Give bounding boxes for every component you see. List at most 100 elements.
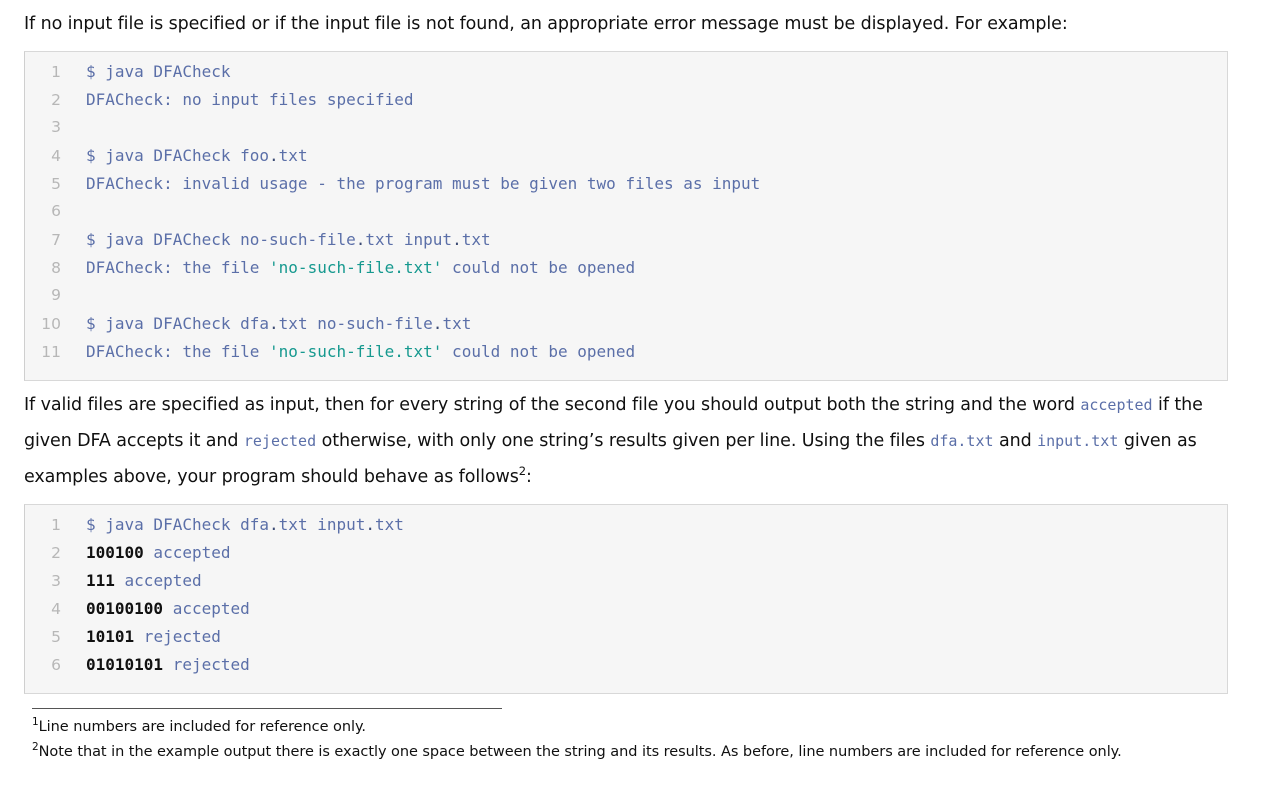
inline-code-accepted: accepted xyxy=(1080,396,1153,414)
code-line-text: $ java DFACheck foo.txt xyxy=(61,146,308,165)
code-line-text: $ java DFACheck xyxy=(61,62,231,81)
code-line-number: 5 xyxy=(51,175,61,193)
code-line-number: 1 xyxy=(51,516,61,534)
code-token-plain: DFACheck: the file xyxy=(86,258,270,277)
code-token-string: 'no-such-file.txt' xyxy=(269,258,443,277)
code-token-plain: $ java DFACheck dfa xyxy=(86,314,270,333)
code-line: 4 $ java DFACheck foo.txt xyxy=(25,146,1227,174)
code-line-number: 4 xyxy=(51,147,61,165)
code-token-plain: DFACheck: the file xyxy=(86,342,270,361)
code-token-plain: accepted xyxy=(114,571,202,590)
code-line-number: 5 xyxy=(51,628,61,646)
footnote-item: 1Line numbers are included for reference… xyxy=(32,715,1232,740)
code-line-number: 6 xyxy=(51,202,61,220)
footnotes-section: 1Line numbers are included for reference… xyxy=(32,708,1232,765)
code-line-text: 00100100 accepted xyxy=(61,599,250,618)
code-line-number: 8 xyxy=(51,259,61,277)
paragraph-body-part6: : xyxy=(525,467,532,487)
paragraph-body: If valid files are specified as input, t… xyxy=(24,381,1240,495)
code-token-plain: $ java DFACheck no-such-file xyxy=(86,230,356,249)
code-token-plain: DFACheck: invalid usage - the program mu… xyxy=(86,174,761,193)
paragraph-body-part3: otherwise, with only one string’s result… xyxy=(316,431,931,451)
code-line-text: 111 accepted xyxy=(61,571,202,590)
code-line-text: $ java DFACheck dfa.txt no-such-file.txt xyxy=(61,314,471,333)
code-lines-container-1: 1 $ java DFACheck 2 DFACheck: no input file… xyxy=(25,62,1227,370)
code-line: 10 $ java DFACheck dfa.txt no-such-file.t… xyxy=(25,314,1227,342)
paragraph-body-part1: If valid files are specified as input, t… xyxy=(24,395,1081,415)
code-line: 2 100100 accepted xyxy=(25,543,1227,571)
footnote-text: Note that in the example output there is… xyxy=(38,744,1122,760)
footnote-separator-rule xyxy=(32,708,502,709)
code-token-number: 00100100 xyxy=(86,599,164,618)
footnote-marker: 2 xyxy=(32,741,39,754)
code-line: 2 DFACheck: no input files specified xyxy=(25,90,1227,118)
code-line-number: 3 xyxy=(51,572,61,590)
code-token-plain: txt xyxy=(278,146,308,165)
code-line-number: 2 xyxy=(51,91,61,109)
code-line: 5 10101 rejected xyxy=(25,627,1227,655)
code-line-number: 4 xyxy=(51,600,61,618)
footnote-marker: 1 xyxy=(32,716,39,729)
code-token-plain: txt xyxy=(442,314,472,333)
code-line: 3 xyxy=(25,118,1227,146)
code-line: 4 00100100 accepted xyxy=(25,599,1227,627)
footnote-text: Line numbers are included for reference … xyxy=(38,719,366,735)
code-token-punct: . xyxy=(269,146,279,165)
code-token-punct: . xyxy=(269,515,279,534)
code-token-plain: txt xyxy=(375,515,404,534)
code-line-number: 3 xyxy=(51,118,61,136)
code-block-expected-output: 1 $ java DFACheck dfa.txt input.txt 2 10010… xyxy=(24,504,1228,694)
code-token-plain: $ java DFACheck dfa xyxy=(86,515,270,534)
code-line: 1 $ java DFACheck xyxy=(25,62,1227,90)
code-token-punct: . xyxy=(365,515,376,534)
code-line: 1 $ java DFACheck dfa.txt input.txt xyxy=(25,515,1227,543)
code-line-text: 01010101 rejected xyxy=(61,655,250,674)
code-line: 6 01010101 rejected xyxy=(25,655,1227,683)
code-token-punct: . xyxy=(432,314,443,333)
code-line: 6 xyxy=(25,202,1227,230)
code-token-plain: accepted xyxy=(163,599,250,618)
code-token-plain: txt input xyxy=(365,230,453,249)
code-token-plain: DFACheck: no input files specified xyxy=(86,90,414,109)
code-token-number: 111 xyxy=(86,571,115,590)
code-line-text: 10101 rejected xyxy=(61,627,221,646)
inline-code-dfa-txt: dfa.txt xyxy=(930,432,994,450)
code-line: 9 xyxy=(25,286,1227,314)
code-line: 7 $ java DFACheck no-such-file.txt input.… xyxy=(25,230,1227,258)
code-line-number: 7 xyxy=(51,231,61,249)
paragraph-body-part4: and xyxy=(993,431,1038,451)
paragraph-intro: If no input file is specified or if the … xyxy=(24,14,1068,34)
code-token-plain: txt no-such-file xyxy=(278,314,433,333)
document-page: If no input file is specified or if the … xyxy=(0,0,1264,791)
code-line-text: DFACheck: the file 'no-such-file.txt' co… xyxy=(61,258,635,277)
code-block-error-examples: 1 $ java DFACheck 2 DFACheck: no input file… xyxy=(24,51,1228,381)
code-line-number: 10 xyxy=(41,315,61,333)
code-token-plain: txt xyxy=(461,230,491,249)
code-line-number: 6 xyxy=(51,656,61,674)
code-line-text: $ java DFACheck dfa.txt input.txt xyxy=(61,515,404,534)
code-token-plain: txt input xyxy=(278,515,366,534)
code-token-punct: . xyxy=(269,314,279,333)
code-line-number: 2 xyxy=(51,544,61,562)
code-line-number: 11 xyxy=(41,343,61,361)
code-token-plain: $ java DFACheck foo xyxy=(86,146,270,165)
code-line: 5 DFACheck: invalid usage - the program m… xyxy=(25,174,1227,202)
code-token-punct: . xyxy=(355,230,366,249)
code-line-text: $ java DFACheck no-such-file.txt input.t… xyxy=(61,230,491,249)
code-token-plain: could not be opened xyxy=(442,342,636,361)
code-line-text: DFACheck: no input files specified xyxy=(61,90,414,109)
code-token-number: 01010101 xyxy=(86,655,164,674)
code-line-number: 9 xyxy=(51,286,61,304)
code-line: 3 111 accepted xyxy=(25,571,1227,599)
footnotes-list: 1Line numbers are included for reference… xyxy=(32,715,1232,765)
code-line: 11 DFACheck: the file 'no-such-file.txt' … xyxy=(25,342,1227,370)
footnote-item: 2Note that in the example output there i… xyxy=(32,740,1232,765)
code-token-plain: could not be opened xyxy=(442,258,636,277)
code-line-text: DFACheck: invalid usage - the program mu… xyxy=(61,174,760,193)
code-token-number: 100100 xyxy=(86,543,144,562)
footnote-ref-2: 2 xyxy=(518,464,526,479)
inline-code-rejected: rejected xyxy=(243,432,317,450)
code-token-string: 'no-such-file.txt' xyxy=(269,342,443,361)
code-line-text: DFACheck: the file 'no-such-file.txt' co… xyxy=(61,342,635,361)
code-token-number: 10101 xyxy=(86,627,135,646)
